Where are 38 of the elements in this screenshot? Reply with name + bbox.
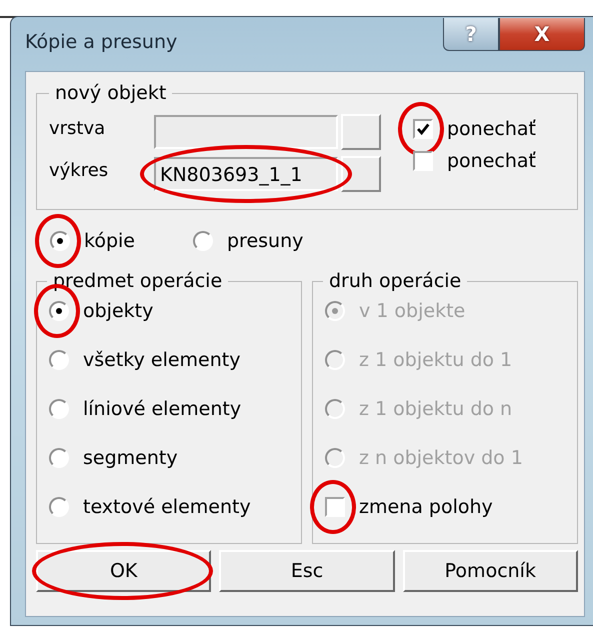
text-field[interactable]: KN803693_1_1 (154, 157, 338, 191)
radio-label: objekty (83, 300, 154, 322)
dialog-button[interactable]: Pomocník (402, 550, 578, 592)
field-label: vrstva (49, 118, 106, 138)
radio-button[interactable] (49, 350, 69, 370)
dialog-button[interactable]: OK (36, 550, 212, 592)
checkbox-label: ponechať (447, 150, 536, 172)
group-title: druh operácie (328, 270, 462, 292)
radio-button[interactable] (49, 497, 69, 517)
group-title: nový objekt (54, 82, 168, 104)
browse-button[interactable] (341, 114, 381, 150)
radio-label: v 1 objekte (359, 300, 466, 322)
radio-button[interactable] (49, 399, 69, 419)
radio-label: kópie (84, 230, 135, 252)
field-label: výkres (49, 160, 110, 180)
radio-button[interactable] (49, 448, 69, 468)
checkbox[interactable] (325, 497, 345, 517)
radio-label: presuny (226, 230, 304, 252)
radio-label: z n objektov do 1 (359, 447, 523, 469)
checkbox[interactable] (413, 151, 433, 171)
radio-label: segmenty (83, 447, 178, 469)
radio-button[interactable] (192, 231, 213, 251)
radio-label: všetky elementy (83, 349, 240, 371)
radio-label: líniové elementy (83, 398, 242, 420)
group-title: predmet operácie (52, 270, 224, 292)
radio-label: z 1 objektu do 1 (359, 349, 512, 371)
checkbox-label: ponechať (447, 118, 536, 140)
dialog-button[interactable]: Esc (219, 550, 395, 592)
browse-button[interactable] (341, 156, 381, 192)
checkbox[interactable] (413, 119, 433, 139)
window-title: Kópie a presuny (25, 31, 178, 53)
radio-label: z 1 objektu do n (359, 398, 512, 420)
close-button[interactable]: X (499, 18, 585, 51)
radio-label: textové elementy (83, 496, 251, 518)
text-field[interactable] (154, 115, 338, 149)
checkbox-label: zmena polohy (359, 496, 493, 518)
radio-button[interactable] (50, 231, 70, 251)
radio-button[interactable] (49, 301, 69, 321)
